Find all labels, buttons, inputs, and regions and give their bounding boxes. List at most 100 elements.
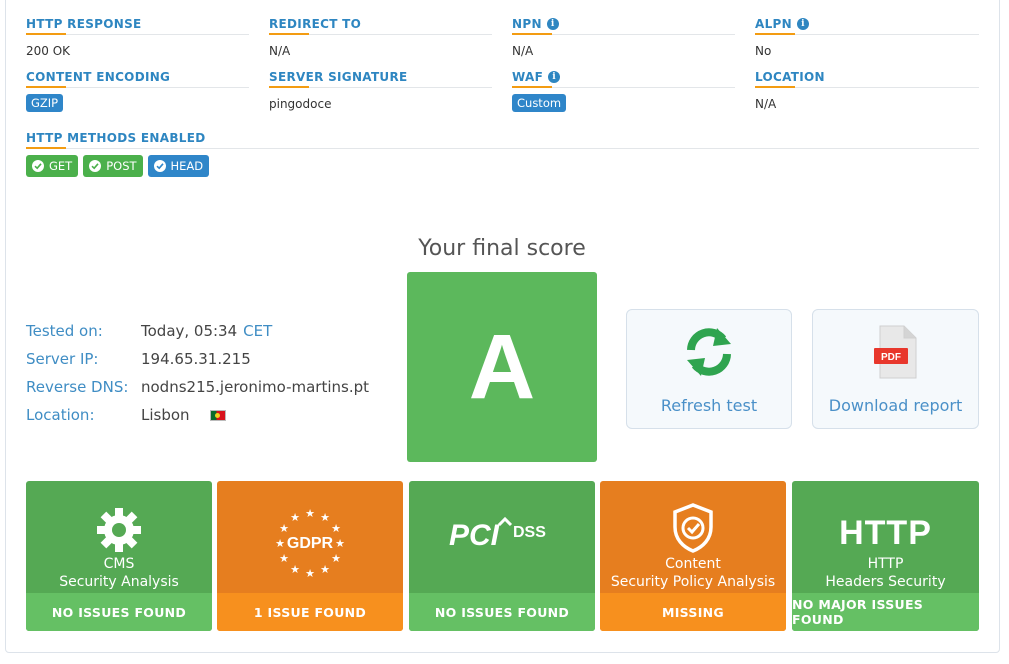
location-detail-label: Location: xyxy=(26,406,95,424)
svg-text:★: ★ xyxy=(279,522,289,535)
npn-field: NPN i N/A xyxy=(512,17,735,58)
tile-body: CMS Security Analysis xyxy=(26,481,212,593)
location-detail-wrap: Lisbon xyxy=(141,406,226,424)
location-field: LOCATION N/A xyxy=(755,70,979,111)
tile-title-line2: Security Policy Analysis xyxy=(610,574,776,590)
final-score-title: Your final score xyxy=(418,236,586,261)
dss-logo-text: DSS xyxy=(513,524,546,541)
http-headers-tile[interactable]: HTTP HTTP Headers Security NO MAJOR ISSU… xyxy=(792,481,979,631)
http-response-value: 200 OK xyxy=(26,44,71,58)
download-report-button[interactable]: PDF Download report xyxy=(812,309,979,429)
refresh-icon xyxy=(681,324,737,380)
http-icon: HTTP xyxy=(839,491,932,553)
tile-body: ★ ★ ★ ★ ★ ★ ★ ★ ★ ★ ★ ★ GDPR xyxy=(217,481,403,593)
timezone-link[interactable]: CET xyxy=(243,322,272,340)
final-score-grade: A xyxy=(407,272,597,462)
pci-dss-icon: PCI DSS xyxy=(447,499,557,569)
server-signature-value: pingodoce xyxy=(269,97,332,111)
waf-label: WAF xyxy=(512,70,544,84)
refresh-test-button[interactable]: Refresh test xyxy=(626,309,792,429)
pdf-label: PDF xyxy=(881,352,901,363)
shield-check-icon xyxy=(671,491,715,553)
pci-dss-tile[interactable]: PCI DSS NO ISSUES FOUND xyxy=(409,481,595,631)
waf-badge: Custom xyxy=(512,94,567,112)
svg-text:★: ★ xyxy=(305,507,315,520)
gdpr-logo-text: GDPR xyxy=(287,535,334,552)
cms-security-tile[interactable]: CMS Security Analysis NO ISSUES FOUND xyxy=(26,481,212,631)
http-methods-label: HTTP METHODS ENABLED xyxy=(26,131,206,145)
svg-text:★: ★ xyxy=(335,537,345,550)
http-response-label: HTTP RESPONSE xyxy=(26,17,142,31)
download-report-label: Download report xyxy=(828,396,963,415)
gdpr-icon: ★ ★ ★ ★ ★ ★ ★ ★ ★ ★ ★ ★ GDPR xyxy=(270,493,350,583)
portugal-flag-icon xyxy=(209,409,226,421)
svg-text:★: ★ xyxy=(305,567,315,580)
waf-label-row: WAF i xyxy=(512,70,735,84)
alpn-field: ALPN i No xyxy=(755,17,979,58)
divider xyxy=(755,86,979,88)
server-ip-label: Server IP: xyxy=(26,350,99,368)
redirect-to-value: N/A xyxy=(269,44,291,58)
divider xyxy=(269,86,492,88)
tested-on-row: Tested on: Today, 05:34 CET xyxy=(26,317,369,345)
divider xyxy=(26,33,249,35)
content-encoding-label: CONTENT ENCODING xyxy=(26,70,171,84)
content-encoding-badge: GZIP xyxy=(26,94,64,112)
pci-logo-text: PCI xyxy=(449,519,500,552)
tile-status: 1 ISSUE FOUND xyxy=(217,593,403,631)
redirect-to-label: REDIRECT TO xyxy=(269,17,362,31)
tile-body: PCI DSS xyxy=(409,481,595,593)
method-label: GET xyxy=(49,159,73,173)
divider xyxy=(755,33,979,35)
tile-title-line2: Headers Security xyxy=(825,574,946,590)
reverse-dns-label: Reverse DNS: xyxy=(26,378,129,396)
reverse-dns-value: nodns215.jeronimo-martins.pt xyxy=(141,378,370,396)
tile-title-line1: CMS xyxy=(103,556,135,572)
tile-title: Content Security Policy Analysis xyxy=(611,555,775,591)
tile-body: Content Security Policy Analysis xyxy=(600,481,786,593)
tested-on-value: Today, 05:34 xyxy=(141,322,238,340)
pdf-file-icon: PDF xyxy=(872,324,920,380)
alpn-label: ALPN xyxy=(755,17,792,31)
gdpr-tile[interactable]: ★ ★ ★ ★ ★ ★ ★ ★ ★ ★ ★ ★ GDPR 1 ISSUE FOU… xyxy=(217,481,403,631)
tile-title-line1: HTTP xyxy=(867,556,904,572)
divider xyxy=(512,33,735,35)
tested-on-label: Tested on: xyxy=(26,322,103,340)
divider xyxy=(269,33,492,35)
redirect-to-field: REDIRECT TO N/A xyxy=(269,17,492,58)
location-value: N/A xyxy=(755,97,777,111)
reverse-dns-row: Reverse DNS: nodns215.jeronimo-martins.p… xyxy=(26,373,369,401)
method-label: HEAD xyxy=(170,159,204,173)
info-icon[interactable]: i xyxy=(546,18,559,30)
waf-value-wrap: Custom xyxy=(512,94,735,112)
tile-title-line1: Content xyxy=(665,556,721,572)
divider xyxy=(26,86,249,88)
check-circle-icon xyxy=(153,160,166,172)
tile-status: NO ISSUES FOUND xyxy=(26,593,212,631)
svg-text:★: ★ xyxy=(331,552,341,565)
location-row: Location: Lisbon xyxy=(26,401,369,429)
svg-text:★: ★ xyxy=(275,537,285,550)
location-detail-value: Lisbon xyxy=(141,406,190,424)
divider xyxy=(26,147,979,149)
server-ip-row: Server IP: 194.65.31.215 xyxy=(26,345,369,373)
server-signature-field: SERVER SIGNATURE pingodoce xyxy=(269,70,492,111)
check-circle-icon xyxy=(32,160,44,172)
info-icon[interactable]: i xyxy=(796,18,809,30)
server-ip-value: 194.65.31.215 xyxy=(141,350,251,368)
info-icon[interactable]: i xyxy=(548,71,561,83)
content-security-policy-tile[interactable]: Content Security Policy Analysis MISSING xyxy=(600,481,786,631)
npn-label: NPN xyxy=(512,17,542,31)
npn-value: N/A xyxy=(512,44,534,58)
test-details: Tested on: Today, 05:34 CET Server IP: 1… xyxy=(26,317,369,429)
waf-field: WAF i Custom xyxy=(512,70,735,112)
http-response-field: HTTP RESPONSE 200 OK xyxy=(26,17,249,58)
tile-body: HTTP HTTP Headers Security xyxy=(792,481,979,593)
tile-status: NO ISSUES FOUND xyxy=(409,593,595,631)
location-label: LOCATION xyxy=(755,70,825,84)
http-methods-field: HTTP METHODS ENABLED GET POST HEAD xyxy=(26,131,979,177)
svg-text:★: ★ xyxy=(320,563,330,576)
npn-label-row: NPN i xyxy=(512,17,735,31)
check-circle-icon xyxy=(89,160,102,172)
method-badge-get: GET xyxy=(26,155,79,177)
